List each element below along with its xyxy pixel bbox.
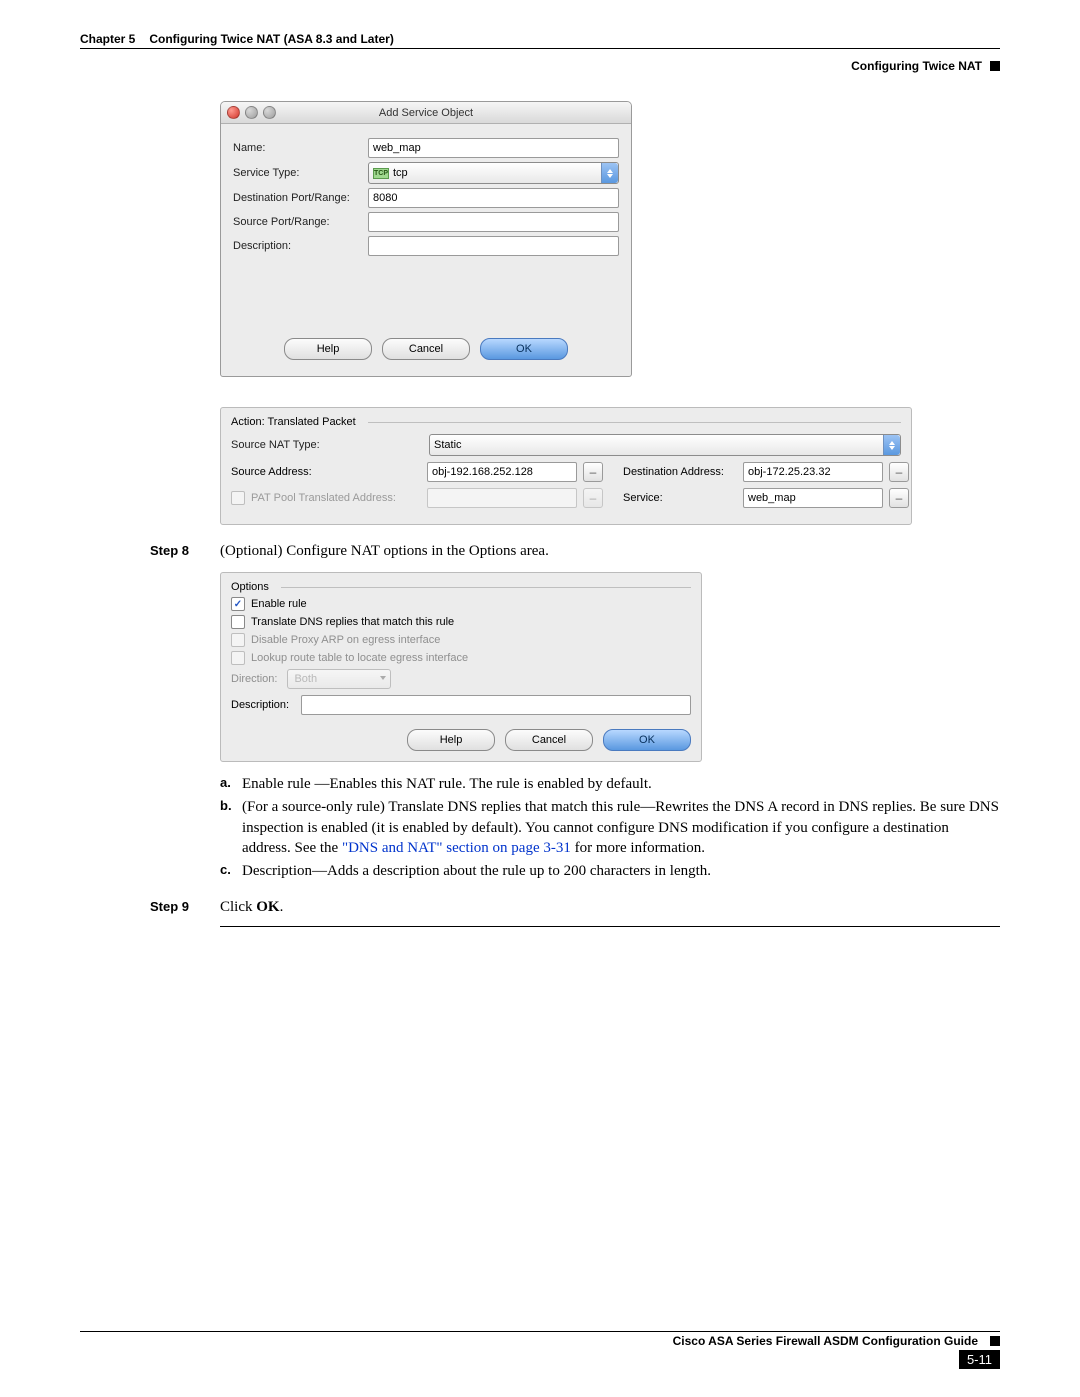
section-title: Configuring Twice NAT	[851, 59, 982, 73]
page-header: Chapter 5 Configuring Twice NAT (ASA 8.3…	[80, 32, 1000, 46]
tcp-icon: TCP	[373, 168, 389, 179]
direction-label: Direction:	[231, 673, 277, 685]
destination-address-label: Destination Address:	[607, 466, 737, 478]
name-input[interactable]: web_map	[368, 138, 619, 158]
source-nat-type-select[interactable]: Static	[429, 434, 901, 456]
dest-port-input[interactable]: 8080	[368, 188, 619, 208]
cancel-button[interactable]: Cancel	[505, 729, 593, 751]
direction-select: Both	[287, 669, 391, 689]
guide-title: Cisco ASA Series Firewall ASDM Configura…	[673, 1334, 978, 1348]
dialog-title: Add Service Object	[221, 107, 631, 119]
pat-pool-label: PAT Pool Translated Address:	[231, 491, 421, 505]
step-9-text: Click OK.	[220, 899, 283, 916]
step-8-text: (Optional) Configure NAT options in the …	[220, 543, 549, 560]
options-legend: Options	[231, 581, 269, 593]
footer-marker-icon	[990, 1336, 1000, 1346]
disable-arp-row: Disable Proxy ARP on egress interface	[231, 633, 691, 647]
chapter-number: Chapter 5	[80, 32, 135, 46]
dialog-titlebar[interactable]: Add Service Object	[221, 102, 631, 124]
source-address-input[interactable]: obj-192.168.252.128	[427, 462, 577, 482]
source-nat-type-label: Source NAT Type:	[231, 439, 421, 451]
bullet-c-letter: c.	[220, 861, 242, 881]
panel-legend: Action: Translated Packet	[231, 416, 356, 428]
service-type-label: Service Type:	[233, 167, 368, 179]
add-service-object-dialog: Add Service Object Name: web_map Service…	[220, 101, 632, 377]
pat-pool-input	[427, 488, 577, 508]
chapter-title: Configuring Twice NAT (ASA 8.3 and Later…	[149, 32, 393, 46]
pat-pool-checkbox	[231, 491, 245, 505]
service-input[interactable]: web_map	[743, 488, 883, 508]
translate-dns-row[interactable]: Translate DNS replies that match this ru…	[231, 615, 691, 629]
help-button[interactable]: Help	[284, 338, 372, 360]
step-divider	[220, 926, 1000, 927]
description-input[interactable]	[368, 236, 619, 256]
step-8-label: Step 8	[150, 543, 220, 558]
page-footer: Cisco ASA Series Firewall ASDM Configura…	[80, 1329, 1000, 1369]
bullet-b-letter: b.	[220, 797, 242, 858]
lookup-route-row: Lookup route table to locate egress inte…	[231, 651, 691, 665]
dest-port-label: Destination Port/Range:	[233, 192, 368, 204]
translated-packet-panel: Action: Translated Packet Source NAT Typ…	[220, 407, 912, 525]
section-marker-icon	[990, 61, 1000, 71]
browse-button[interactable]: –	[889, 462, 909, 482]
disable-arp-checkbox	[231, 633, 245, 647]
opt-description-label: Description:	[231, 699, 301, 711]
service-label: Service:	[607, 492, 737, 504]
opt-description-input[interactable]	[301, 695, 691, 715]
dns-nat-link[interactable]: "DNS and NAT" section on page 3-31	[342, 840, 571, 856]
browse-button: –	[583, 488, 603, 508]
ok-button[interactable]: OK	[480, 338, 568, 360]
help-button[interactable]: Help	[407, 729, 495, 751]
enable-rule-checkbox[interactable]	[231, 597, 245, 611]
browse-button[interactable]: –	[583, 462, 603, 482]
bullet-a-text: Enable rule —Enables this NAT rule. The …	[242, 774, 1000, 794]
translate-dns-checkbox[interactable]	[231, 615, 245, 629]
chevron-up-down-icon	[601, 163, 618, 183]
cancel-button[interactable]: Cancel	[382, 338, 470, 360]
bullet-c-text: Description—Adds a description about the…	[242, 861, 1000, 881]
ok-button[interactable]: OK	[603, 729, 691, 751]
chevron-up-down-icon	[883, 435, 900, 455]
name-label: Name:	[233, 142, 368, 154]
source-address-label: Source Address:	[231, 466, 421, 478]
description-label: Description:	[233, 240, 368, 252]
bullet-a-letter: a.	[220, 774, 242, 794]
page-number: 5-11	[959, 1350, 1000, 1369]
service-type-select[interactable]: TCP tcp	[368, 162, 619, 184]
bullet-b-text: (For a source-only rule) Translate DNS r…	[242, 797, 1000, 858]
source-port-input[interactable]	[368, 212, 619, 232]
options-panel: Options Enable rule Translate DNS replie…	[220, 572, 702, 762]
enable-rule-row[interactable]: Enable rule	[231, 597, 691, 611]
browse-button[interactable]: –	[889, 488, 909, 508]
lookup-route-checkbox	[231, 651, 245, 665]
step-9-label: Step 9	[150, 899, 220, 914]
header-rule	[80, 48, 1000, 49]
destination-address-input[interactable]: obj-172.25.23.32	[743, 462, 883, 482]
source-port-label: Source Port/Range:	[233, 216, 368, 228]
